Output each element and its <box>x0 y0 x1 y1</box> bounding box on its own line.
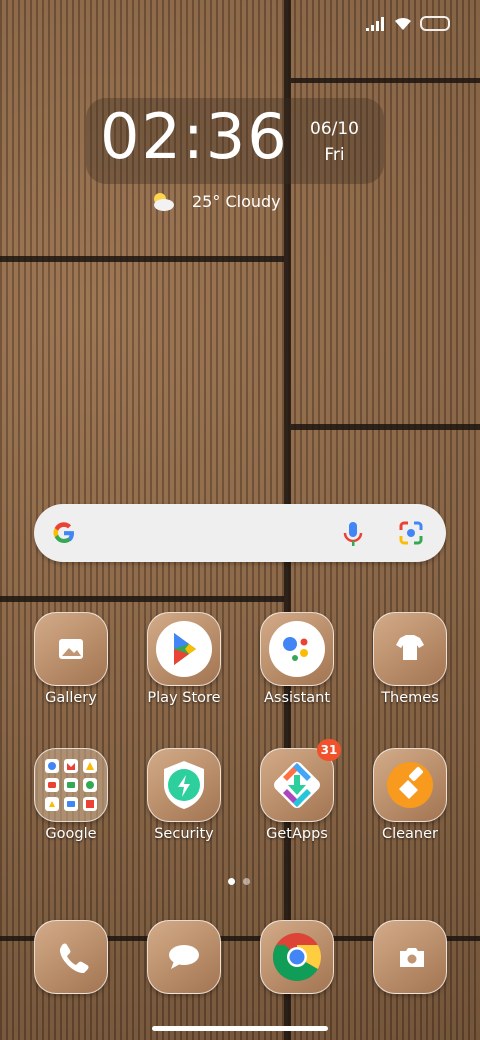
camera-icon <box>373 920 447 994</box>
status-bar <box>366 16 450 31</box>
app-getapps[interactable]: 31 GetApps <box>242 739 352 842</box>
app-label: Play Store <box>147 690 221 706</box>
app-cleaner[interactable]: Cleaner <box>355 748 465 842</box>
notification-badge: 31 <box>317 739 341 761</box>
page-dot-active <box>228 878 235 885</box>
app-gallery[interactable]: Gallery <box>16 612 126 706</box>
play-store-icon <box>147 612 221 686</box>
app-label: GetApps <box>266 826 328 842</box>
google-g-icon <box>53 522 74 544</box>
page-dot <box>243 878 250 885</box>
clock-date: 06/10 Fri <box>310 116 359 168</box>
app-label: Themes <box>381 690 439 706</box>
search-bar[interactable] <box>34 504 446 562</box>
chrome-icon <box>260 920 334 994</box>
themes-icon <box>373 612 447 686</box>
dock-phone[interactable] <box>16 920 126 994</box>
security-icon <box>147 748 221 822</box>
google-folder-icon <box>34 748 108 822</box>
app-label: Cleaner <box>381 826 439 842</box>
weather-text: 25° Cloudy <box>192 191 281 211</box>
app-label: Assistant <box>263 690 331 706</box>
gallery-icon <box>34 612 108 686</box>
mic-icon[interactable] <box>342 520 364 548</box>
app-label: Google <box>45 826 97 842</box>
dock-messages[interactable] <box>129 920 239 994</box>
app-themes[interactable]: Themes <box>355 612 465 706</box>
date-text: 06/10 <box>310 119 359 139</box>
cleaner-icon <box>373 748 447 822</box>
app-google-folder[interactable]: Google <box>16 748 126 842</box>
wallpaper-crack <box>291 424 480 430</box>
partly-cloudy-icon <box>154 193 174 211</box>
weather-widget[interactable]: 25° Cloudy <box>150 190 281 212</box>
clock-widget[interactable]: 02:36 06/10 Fri <box>86 98 384 184</box>
lens-icon[interactable] <box>398 520 424 546</box>
wallpaper-crack <box>291 78 480 83</box>
dock-camera[interactable] <box>355 920 465 994</box>
app-security[interactable]: Security <box>129 748 239 842</box>
clock-time: 02:36 <box>100 100 289 173</box>
getapps-icon: 31 <box>260 739 341 822</box>
wallpaper-crack <box>0 256 284 262</box>
day-text: Fri <box>324 145 345 165</box>
phone-icon <box>34 920 108 994</box>
signal-icon <box>366 16 384 31</box>
dock-chrome[interactable] <box>242 920 352 994</box>
battery-icon <box>420 16 450 31</box>
app-assistant[interactable]: Assistant <box>242 612 352 706</box>
app-label: Security <box>154 826 214 842</box>
gesture-nav-bar[interactable] <box>152 1026 328 1031</box>
page-indicator[interactable] <box>228 878 250 885</box>
wallpaper-crack <box>0 596 284 602</box>
messages-icon <box>147 920 221 994</box>
app-label: Gallery <box>45 690 97 706</box>
app-play-store[interactable]: Play Store <box>129 612 239 706</box>
wifi-icon <box>395 17 411 30</box>
assistant-icon <box>260 612 334 686</box>
